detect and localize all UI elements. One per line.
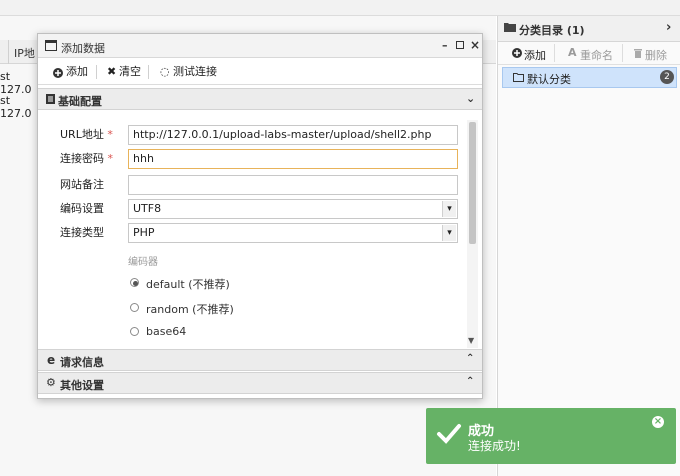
scrollbar-thumb[interactable] <box>469 122 476 244</box>
radio-button <box>130 327 139 336</box>
check-icon <box>436 420 462 446</box>
dialog-title: 添加数据 <box>61 42 105 55</box>
chevron-right-icon[interactable]: › <box>666 20 671 35</box>
chevron-down-icon: ▾ <box>442 201 456 217</box>
encoder-label: 编码器 <box>128 257 158 268</box>
radio-button <box>130 278 139 287</box>
section-other-label: 其他设置 <box>60 379 104 392</box>
encoding-value: UTF8 <box>133 202 162 215</box>
category-panel-header: 分类目录 (1) › <box>498 16 680 42</box>
success-toast: 成功 连接成功! × <box>426 408 676 464</box>
chevron-down-icon: ▾ <box>442 225 456 241</box>
ip-column-header[interactable]: IP地 <box>14 45 35 61</box>
category-panel: 分类目录 (1) › 添加 A 重命名 删除 默认分类 2 <box>497 16 680 476</box>
url-label: URL地址 * <box>60 128 113 141</box>
add-category-label: 添加 <box>524 49 546 62</box>
maximize-icon[interactable] <box>456 41 464 49</box>
table-row[interactable]: st 127.0 <box>0 65 40 96</box>
radio-button <box>130 303 139 312</box>
row-url: st 127.0 <box>0 94 32 120</box>
table-row[interactable]: st 127.0 <box>0 89 40 120</box>
rename-category-label: 重命名 <box>580 49 613 62</box>
encoding-label: 编码设置 <box>60 202 104 215</box>
toolbar-separator <box>96 65 97 79</box>
password-input[interactable]: hhh <box>128 149 458 169</box>
column-separator[interactable] <box>8 40 9 64</box>
section-other-settings[interactable]: ⚙ 其他设置 ⌃ <box>38 372 482 394</box>
dialog-titlebar[interactable]: 添加数据 – × <box>38 34 482 58</box>
type-select[interactable]: PHP ▾ <box>128 223 458 243</box>
encoder-option-label: base64 <box>146 325 187 338</box>
close-icon[interactable]: × <box>652 416 664 428</box>
radio-selected-dot <box>133 281 138 286</box>
minimize-icon[interactable]: – <box>442 39 448 52</box>
toolbar-separator <box>554 44 555 62</box>
chevron-up-icon: ⌃ <box>466 353 475 364</box>
chevron-down-icon: ⌄ <box>466 92 476 105</box>
delete-category-label: 删除 <box>645 49 667 62</box>
ie-icon: e <box>47 353 56 367</box>
file-text-icon <box>46 94 55 104</box>
category-toolbar: 添加 A 重命名 删除 <box>498 43 680 65</box>
toolbar-separator <box>148 65 149 79</box>
plus-circle-icon <box>53 67 63 78</box>
encoder-option-random[interactable]: random (不推荐) <box>130 301 250 316</box>
category-panel-title: 分类目录 (1) <box>519 24 585 37</box>
folder-open-icon <box>513 72 524 82</box>
password-label: 连接密码 * <box>60 152 113 165</box>
test-connection-label: 测试连接 <box>173 65 217 78</box>
top-bar <box>0 0 680 16</box>
scroll-down-icon[interactable]: ▼ <box>468 336 474 345</box>
toolbar-separator <box>622 44 623 62</box>
trash-icon <box>634 48 642 58</box>
chevron-up-icon: ⌃ <box>466 376 475 387</box>
section-request-label: 请求信息 <box>60 356 104 369</box>
type-value: PHP <box>133 226 155 239</box>
folder-icon <box>504 22 516 32</box>
category-item-label: 默认分类 <box>527 73 571 86</box>
window-icon <box>45 40 57 51</box>
font-icon: A <box>568 46 577 59</box>
note-input[interactable] <box>128 175 458 195</box>
plus-circle-icon <box>512 48 522 58</box>
gears-icon: ⚙ <box>46 376 56 389</box>
encoder-option-base64[interactable]: base64 <box>130 325 250 339</box>
encoding-select[interactable]: UTF8 ▾ <box>128 199 458 219</box>
close-icon[interactable]: × <box>470 38 480 52</box>
add-button-label: 添加 <box>66 65 88 78</box>
spinner-icon: ◌ <box>160 65 170 78</box>
encoder-option-label: random (不推荐) <box>146 303 234 316</box>
encoder-option-label: default (不推荐) <box>146 278 230 291</box>
clear-button-label: 清空 <box>119 65 141 78</box>
times-icon: ✖ <box>107 65 117 78</box>
category-item-default[interactable]: 默认分类 2 <box>502 67 677 88</box>
section-request-info[interactable]: e 请求信息 ⌃ <box>38 349 482 371</box>
encoder-option-default[interactable]: default (不推荐) <box>130 276 250 291</box>
section-basic-label: 基础配置 <box>58 95 102 108</box>
dialog-toolbar: 添加 ✖ 清空 ◌ 测试连接 <box>38 59 482 85</box>
note-label: 网站备注 <box>60 178 104 191</box>
toast-message: 连接成功! <box>468 439 521 453</box>
section-basic-config[interactable]: 基础配置 ⌄ <box>38 88 482 110</box>
url-input[interactable]: http://127.0.0.1/upload-labs-master/uplo… <box>128 125 458 145</box>
type-label: 连接类型 <box>60 226 104 239</box>
category-count-badge: 2 <box>660 70 674 84</box>
add-data-dialog: 添加数据 – × 添加 ✖ 清空 ◌ 测试连接 基础配置 ⌄ URL地址 * h… <box>37 33 483 399</box>
